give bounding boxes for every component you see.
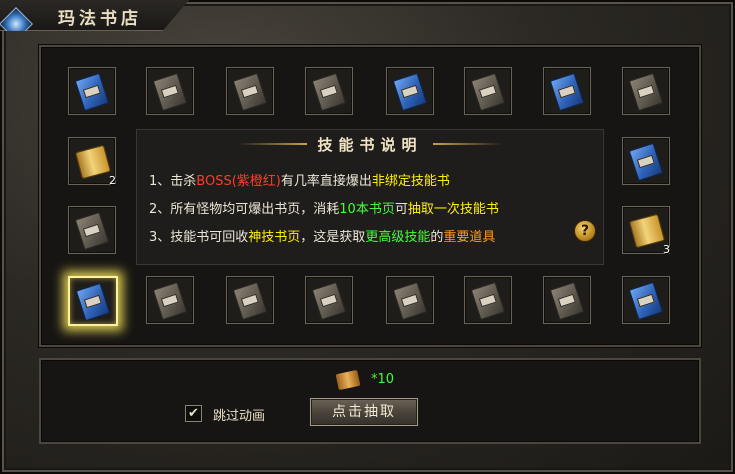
god-skill-pages-text: 神技书页 [248,230,301,245]
book-label [319,293,338,308]
gray-book-icon [311,72,347,112]
item-slot[interactable] [68,67,116,115]
item-slot[interactable] [386,276,434,324]
book-label [400,84,419,99]
important-item-text: 重要道具 [443,230,496,245]
book-label [478,293,497,308]
cost-text: *10 [371,372,395,387]
book-label [557,293,576,308]
skip-animation-label[interactable]: 跳过动画 [213,405,265,424]
book-label [240,84,259,99]
item-slot[interactable] [464,276,512,324]
blue-book-icon [75,282,111,322]
book-label [82,223,101,238]
title-bar: 玛法书店 [0,0,189,31]
item-slot[interactable] [146,67,194,115]
gray-book-icon [628,72,664,112]
book-label [83,294,102,309]
book-label [319,84,338,99]
book-label [160,84,179,99]
info-line-2: 2、所有怪物均可爆出书页，消耗10本书页可抽取一次技能书 [149,198,499,217]
item-slot[interactable] [226,67,274,115]
gray-book-icon [549,281,585,321]
line2-mid: 可 [394,202,408,217]
pages-cost-text: 10本书页 [339,202,395,217]
unbound-skill-book-text: 非绑定技能书 [371,174,450,189]
item-slot[interactable] [386,67,434,115]
blue-book-icon [628,281,664,321]
item-slot[interactable] [543,67,591,115]
gray-book-icon [232,281,268,321]
gray-book-icon [152,281,188,321]
bottom-panel: *10 ✔ 跳过动画 点击抽取 [39,358,701,444]
item-slot[interactable] [68,206,116,254]
gray-book-icon [392,281,428,321]
line1-prefix: 1、击杀 [149,174,197,189]
blue-book-icon [74,72,110,112]
gray-book-icon [470,281,506,321]
item-slot[interactable]: 2 [68,137,116,187]
gray-book-icon [152,72,188,112]
item-slot[interactable] [305,67,353,115]
skill-book-info-panel: 技能书说明 1、击杀BOSS(紫橙红)有几率直接爆出非绑定技能书 2、所有怪物均… [136,129,604,265]
book-label [636,293,655,308]
line1-mid: 有几率直接爆出 [280,174,372,189]
gold-scroll-icon [74,144,112,180]
book-label [636,84,655,99]
line3-de: 的 [430,230,444,245]
window-title: 玛法书店 [58,9,142,29]
item-slot[interactable] [305,276,353,324]
gold-scroll-icon [628,213,666,249]
item-slot[interactable] [622,67,670,115]
line2-prefix: 2、所有怪物均可爆出书页，消耗 [149,202,340,217]
book-label [240,293,259,308]
item-slot[interactable] [622,137,670,185]
item-slot[interactable] [622,276,670,324]
gray-book-icon [74,211,110,251]
item-count: 2 [109,174,116,187]
item-slot[interactable] [146,276,194,324]
book-label [557,84,576,99]
item-slot[interactable] [68,276,118,326]
book-label [636,154,655,169]
scroll-cost-icon [335,369,361,391]
item-slot[interactable]: 3 [622,206,670,256]
blue-book-icon [549,72,585,112]
info-line-1: 1、击杀BOSS(紫橙红)有几率直接爆出非绑定技能书 [149,170,450,189]
draw-button[interactable]: 点击抽取 [310,398,418,426]
skip-animation-checkbox[interactable]: ✔ [185,405,202,422]
gray-book-icon [232,72,268,112]
gem-ornament-icon [0,7,33,31]
book-label [160,293,179,308]
higher-skill-text: 更高级技能 [365,230,431,245]
gray-book-icon [311,281,347,321]
book-label [400,293,419,308]
blue-book-icon [392,72,428,112]
blue-book-icon [628,142,664,182]
boss-text: BOSS(紫橙红) [196,174,281,189]
line3-mid: ，这是获取 [300,230,366,245]
book-label [82,84,101,99]
item-slot[interactable] [543,276,591,324]
book-label [478,84,497,99]
line3-prefix: 3、技能书可回收 [149,230,249,245]
info-line-3: 3、技能书可回收神技书页，这是获取更高级技能的重要道具 [149,226,495,245]
item-slot[interactable] [226,276,274,324]
shop-window: 玛法书店 2 3 技能书说明 1、击杀BOSS(紫橙红)有几率直接爆出非绑定技能书… [0,0,735,474]
item-count: 3 [663,243,670,256]
item-slot[interactable] [464,67,512,115]
draw-once-text: 抽取一次技能书 [407,202,499,217]
info-title: 技能书说明 [317,136,423,154]
gray-book-icon [470,72,506,112]
help-icon[interactable]: ? [574,220,596,242]
